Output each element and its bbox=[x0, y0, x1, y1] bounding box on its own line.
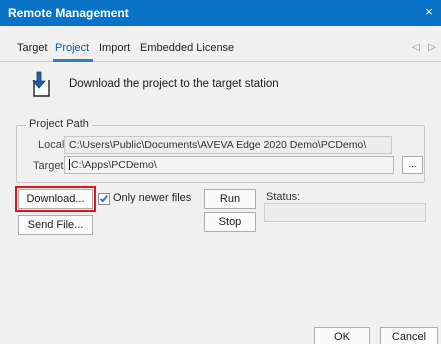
title-bar: Remote Management × bbox=[0, 0, 441, 26]
status-label: Status: bbox=[266, 191, 301, 203]
tab-import[interactable]: Import bbox=[99, 42, 130, 54]
run-button[interactable]: Run bbox=[204, 189, 256, 209]
project-path-group bbox=[16, 125, 425, 183]
project-path-label: Project Path bbox=[26, 118, 92, 130]
status-field bbox=[264, 203, 426, 222]
close-icon[interactable]: × bbox=[421, 4, 437, 20]
local-path-field: C:\Users\Public\Documents\AVEVA Edge 202… bbox=[64, 136, 392, 154]
only-newer-label[interactable]: Only newer files bbox=[113, 192, 191, 204]
target-label: Target: bbox=[33, 160, 67, 172]
stop-button[interactable]: Stop bbox=[204, 212, 256, 232]
target-path-input[interactable]: C:\Apps\PCDemo\ bbox=[64, 156, 394, 174]
tab-embedded-license[interactable]: Embedded License bbox=[140, 42, 234, 54]
download-arrow-icon bbox=[32, 71, 50, 97]
ok-button[interactable]: OK bbox=[314, 327, 370, 344]
download-description: Download the project to the target stati… bbox=[69, 78, 279, 90]
download-button[interactable]: Download... bbox=[15, 186, 96, 212]
send-file-button[interactable]: Send File... bbox=[18, 215, 93, 235]
only-newer-checkbox[interactable] bbox=[98, 193, 110, 205]
tab-project[interactable]: Project bbox=[55, 42, 89, 54]
tab-strip: Target Project Import Embedded License ◁… bbox=[0, 26, 441, 62]
tab-scroll-left-icon[interactable]: ◁ bbox=[412, 42, 420, 53]
browse-target-button[interactable]: ... bbox=[402, 156, 423, 174]
project-tab-panel: Download the project to the target stati… bbox=[0, 62, 441, 344]
window-title: Remote Management bbox=[8, 6, 129, 20]
cancel-button[interactable]: Cancel bbox=[380, 327, 438, 344]
tab-scroll-right-icon[interactable]: ▷ bbox=[428, 42, 436, 53]
tab-target[interactable]: Target bbox=[17, 42, 48, 54]
local-label: Local: bbox=[38, 139, 68, 151]
